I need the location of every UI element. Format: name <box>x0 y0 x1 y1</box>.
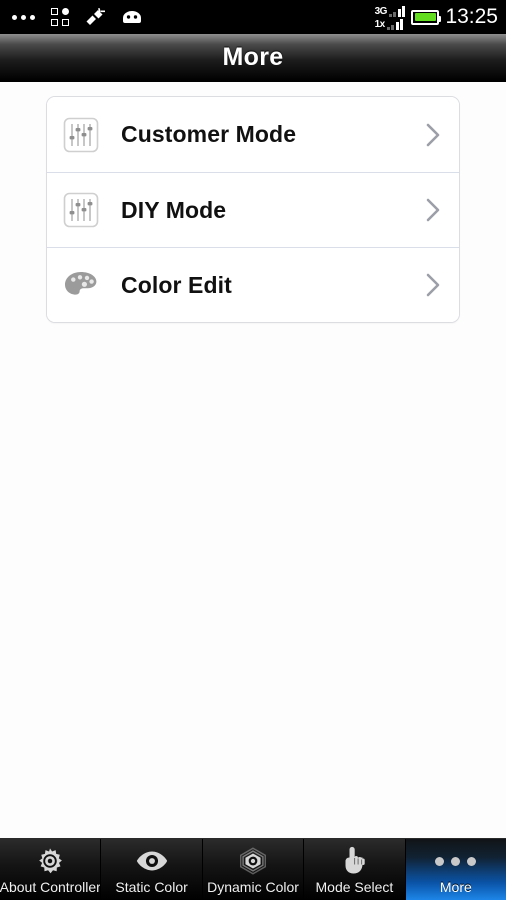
chevron-right-icon <box>423 269 443 301</box>
tab-label: About Controller <box>0 879 101 895</box>
phone-screen: 3G 1x 13:25 More Customer Mode DIY Mode … <box>0 0 506 900</box>
usb-debug-icon <box>85 7 105 26</box>
title-bar: More <box>0 34 506 82</box>
list-item-color-edit[interactable]: Color Edit <box>47 247 459 322</box>
list-item-label: Customer Mode <box>121 121 297 147</box>
tab-label: Mode Select <box>315 879 394 895</box>
battery-icon <box>411 9 442 25</box>
status-bar: 3G 1x 13:25 <box>0 0 506 34</box>
tab-static-color[interactable]: Static Color <box>100 839 202 900</box>
main-content: Customer Mode DIY Mode Color Edit <box>0 82 506 838</box>
layered-eye-icon <box>236 845 270 877</box>
tab-label: More <box>439 879 472 895</box>
list-item-label: DIY Mode <box>121 196 227 223</box>
tab-label: Dynamic Color <box>207 879 299 895</box>
bottom-tab-bar: About Controller Static Color Dynamic Co… <box>0 838 506 900</box>
tab-more[interactable]: More <box>404 839 506 900</box>
page-title: More <box>222 43 284 71</box>
list-item-customer-mode[interactable]: Customer Mode <box>47 97 459 172</box>
more-dots-icon <box>12 14 35 20</box>
signal-strength-icon: 3G 1x <box>375 5 406 30</box>
app-grid-icon <box>51 8 69 26</box>
tab-about-controller[interactable]: About Controller <box>0 839 101 900</box>
network-type-secondary: 1x <box>374 18 386 30</box>
tab-label: Static Color <box>115 879 188 895</box>
pointing-hand-icon <box>341 845 367 877</box>
status-bar-left-icons <box>12 7 143 26</box>
equalizer-sliders-icon <box>59 188 103 232</box>
list-item-diy-mode[interactable]: DIY Mode <box>47 172 459 247</box>
equalizer-sliders-icon <box>59 113 103 157</box>
settings-list-card: Customer Mode DIY Mode Color Edit <box>46 96 460 323</box>
color-palette-icon <box>59 263 103 307</box>
three-dots-icon <box>435 845 477 877</box>
tab-dynamic-color[interactable]: Dynamic Color <box>201 839 304 900</box>
chevron-right-icon <box>423 119 443 151</box>
list-item-label: Color Edit <box>121 271 232 298</box>
eye-icon <box>135 845 169 877</box>
tab-mode-select[interactable]: Mode Select <box>303 839 405 900</box>
status-bar-clock: 13:25 <box>445 5 498 28</box>
android-robot-icon <box>121 9 143 25</box>
chevron-right-icon <box>423 194 443 226</box>
network-type-primary: 3G <box>374 5 388 17</box>
status-bar-right-icons: 3G 1x 13:25 <box>375 5 498 30</box>
gear-icon <box>35 845 65 877</box>
